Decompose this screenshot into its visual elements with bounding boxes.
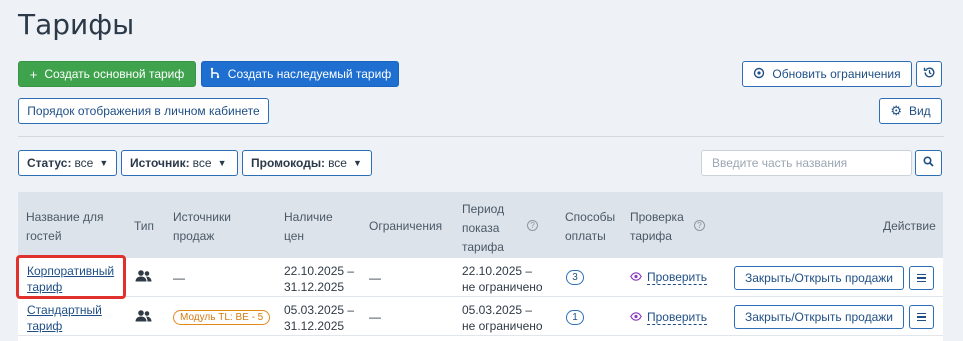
table-row: Корпоративный тариф — 22.10.2025 – 31.12… [18, 259, 943, 297]
history-icon [923, 66, 936, 82]
toggle-sales-button[interactable]: Закрыть/Открыть продажи [734, 305, 904, 329]
header-name: Название для гостей [26, 210, 104, 243]
tariffs-table: Название для гостей Тип Источники продаж… [18, 192, 943, 341]
create-main-tariff-button[interactable]: + Создать основной тариф [18, 61, 196, 87]
header-limits: Ограничения [369, 219, 443, 233]
plus-icon: + [29, 66, 38, 82]
promo-filter[interactable]: Промокоды: все ▼ [242, 150, 372, 176]
create-inherited-tariff-button[interactable]: Создать наследуемый тариф [201, 61, 399, 87]
users-icon [135, 309, 152, 326]
chevron-down-icon: ▼ [217, 158, 227, 168]
hamburger-icon [917, 273, 926, 276]
refresh-settings-icon [753, 67, 765, 82]
create-inherited-tariff-label: Создать наследуемый тариф [227, 67, 392, 81]
eye-icon [630, 311, 642, 324]
display-order-label: Порядок отображения в личном кабинете [27, 104, 260, 118]
source-filter-label: Источник: [130, 156, 190, 170]
divider [18, 136, 944, 137]
display-order-button[interactable]: Порядок отображения в личном кабинете [18, 98, 269, 124]
help-icon[interactable]: ? [694, 220, 705, 231]
search-input[interactable] [701, 150, 912, 176]
users-icon [135, 269, 152, 286]
view-button[interactable]: ⚙ Вид [879, 98, 942, 124]
tariff-name-link[interactable]: Стандартный тариф [27, 302, 102, 334]
header-action: Действие [883, 219, 936, 233]
prices-dates: 05.03.2025 – 31.12.2025 [284, 303, 355, 333]
status-filter-value: все [74, 156, 94, 170]
promo-filter-label: Промокоды: [251, 156, 326, 170]
row-menu-button[interactable] [909, 266, 934, 290]
highlight-box [16, 255, 126, 299]
display-period: 05.03.2025 – не ограничено [462, 303, 543, 333]
source-filter[interactable]: Источник: все ▼ [121, 150, 238, 176]
header-check: Проверка тарифа [630, 210, 684, 243]
view-label: Вид [908, 104, 931, 118]
header-sources: Источники продаж [173, 210, 231, 243]
table-row: Стандартный тариф Модуль TL: BE - 5 05.0… [18, 298, 943, 336]
update-limits-label: Обновить ограничения [772, 67, 901, 81]
page-title: Тарифы [18, 8, 135, 41]
gear-icon: ⚙ [890, 103, 902, 118]
header-payment: Способы оплаты [565, 210, 616, 243]
create-main-tariff-label: Создать основной тариф [44, 67, 185, 81]
search-button[interactable] [915, 150, 942, 176]
toggle-sales-button[interactable]: Закрыть/Открыть продажи [734, 266, 904, 290]
header-period: Период показа тарифа [462, 202, 505, 254]
status-filter[interactable]: Статус: все ▼ [18, 150, 117, 176]
chevron-down-icon: ▼ [352, 158, 362, 168]
payment-methods-count[interactable]: 1 [566, 310, 584, 325]
help-icon[interactable]: ? [527, 220, 538, 231]
table-header: Название для гостей Тип Источники продаж… [18, 192, 943, 258]
limits-value: — [369, 271, 381, 285]
branch-icon [209, 67, 221, 82]
header-prices: Наличие цен [284, 210, 333, 243]
row-menu-button[interactable] [909, 305, 934, 329]
update-limits-button[interactable]: Обновить ограничения [742, 61, 912, 87]
header-type: Тип [134, 219, 155, 233]
promo-filter-value: все [328, 156, 347, 170]
sales-source: — [173, 271, 185, 285]
prices-dates: 22.10.2025 – 31.12.2025 [284, 264, 355, 294]
status-filter-label: Статус: [27, 156, 72, 170]
source-filter-value: все [192, 156, 212, 170]
eye-icon [630, 271, 642, 284]
history-button[interactable] [916, 61, 942, 87]
chevron-down-icon: ▼ [99, 158, 109, 168]
check-tariff-link[interactable]: Проверить [630, 270, 708, 285]
search-icon [923, 156, 934, 170]
sales-source-badge: Модуль TL: BE - 5 [173, 310, 271, 325]
display-period: 22.10.2025 – не ограничено [462, 264, 543, 294]
limits-value: — [369, 310, 381, 324]
hamburger-icon [917, 312, 926, 315]
payment-methods-count[interactable]: 3 [566, 270, 584, 285]
check-tariff-link[interactable]: Проверить [630, 310, 708, 325]
